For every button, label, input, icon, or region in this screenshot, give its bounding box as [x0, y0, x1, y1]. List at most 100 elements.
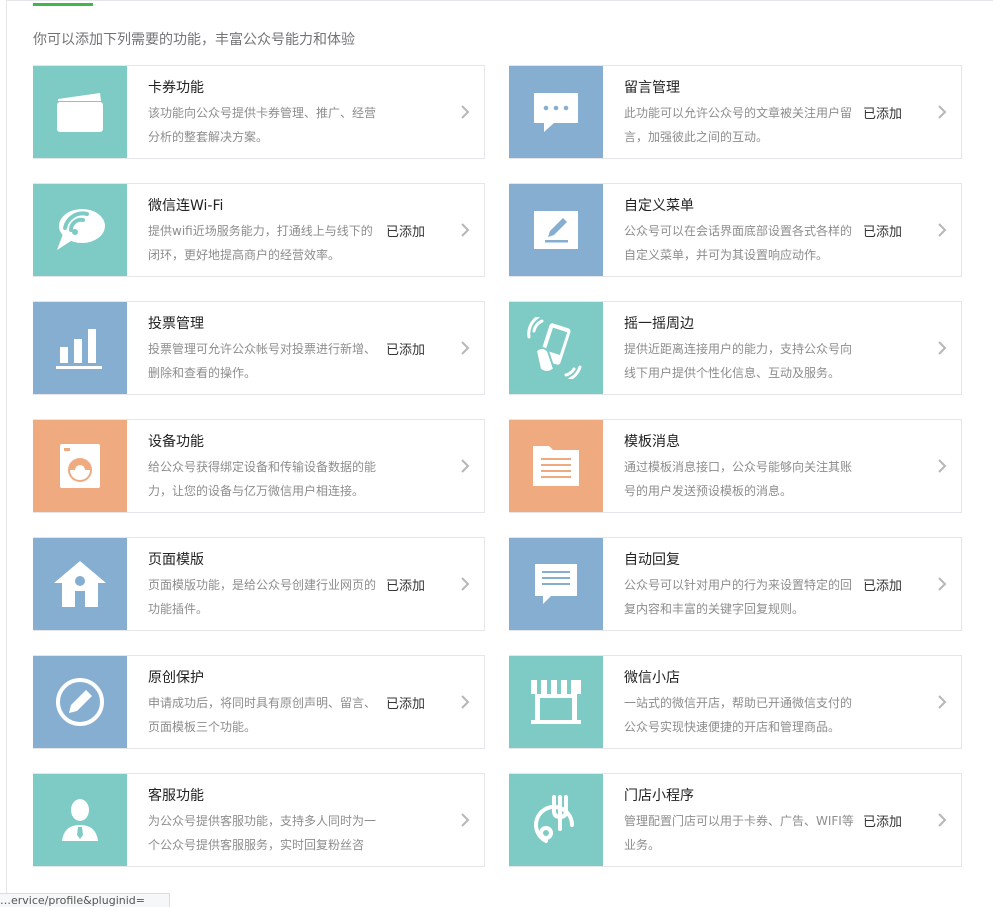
feature-card-body: 自定义菜单公众号可以在会话界面底部设置各式各样的自定义菜单，并可为其设置响应动作…	[603, 184, 863, 276]
feature-title: 自动回复	[624, 552, 680, 568]
feature-card[interactable]: 微信小店一站式的微信开店，帮助已开通微信支付的公众号实现快速便捷的开店和管理商品…	[509, 655, 962, 749]
chevron-right-icon	[938, 105, 947, 119]
chevron-right-icon[interactable]	[923, 302, 961, 394]
chevron-right-icon	[461, 223, 470, 237]
wifi-icon	[33, 184, 127, 276]
feature-card[interactable]: 自动回复公众号可以针对用户的行为来设置特定的回复内容和丰富的关键字回复规则。 已添…	[509, 537, 962, 631]
feature-description: 公众号可以在会话界面底部设置各式各样的自定义菜单，并可为其设置响应动作。	[624, 224, 853, 262]
feature-description: 此功能可以允许公众号的文章被关注用户留言，加强彼此之间的互动。	[624, 106, 853, 144]
feature-card[interactable]: 客服功能为公众号提供客服功能，支持多人同时为一个公众号提供客服服务，实时回复粉丝…	[33, 773, 485, 867]
feature-title: 自定义菜单	[624, 198, 694, 214]
chevron-right-icon[interactable]	[446, 656, 484, 748]
added-status-label	[863, 420, 923, 512]
chevron-right-icon[interactable]	[446, 774, 484, 866]
chevron-right-icon	[461, 695, 470, 709]
feature-card-body: 客服功能为公众号提供客服功能，支持多人同时为一个公众号提供客服服务，实时回复粉丝…	[127, 774, 386, 866]
chevron-right-icon[interactable]	[923, 66, 961, 158]
feature-card-body: 微信小店一站式的微信开店，帮助已开通微信支付的公众号实现快速便捷的开店和管理商品…	[603, 656, 863, 748]
feature-title: 页面模版	[148, 552, 204, 568]
added-status-label: 已添加	[386, 697, 426, 712]
feature-title: 摇一摇周边	[624, 316, 694, 332]
feature-description: 为公众号提供客服功能，支持多人同时为一个公众号提供客服服务，实时回复粉丝咨	[148, 814, 377, 852]
feature-card[interactable]: 摇一摇周边提供近距离连接用户的能力，支持公众号向线下用户提供个性化信息、互动及服…	[509, 301, 962, 395]
chevron-right-icon[interactable]	[923, 774, 961, 866]
chevron-right-icon	[461, 341, 470, 355]
chevron-right-icon[interactable]	[446, 302, 484, 394]
feature-description: 管理配置门店可以用于卡券、广告、WIFI等业务。	[624, 814, 854, 852]
speech-bubble-icon	[509, 66, 603, 158]
feature-card-body: 页面模版页面模版功能，是给公众号创建行业网页的功能插件。	[127, 538, 386, 630]
feature-description: 一站式的微信开店，帮助已开通微信支付的公众号实现快速便捷的开店和管理商品。	[624, 696, 853, 734]
chevron-right-icon	[938, 695, 947, 709]
shake-phone-icon	[509, 302, 603, 394]
feature-card[interactable]: 门店小程序 管理配置门店可以用于卡券、广告、WIFI等业务。 已添加	[509, 773, 962, 867]
browser-status-bar: …ervice/profile&pluginid=	[0, 893, 170, 907]
feature-title: 投票管理	[148, 316, 204, 332]
feature-title: 卡券功能	[148, 80, 204, 96]
folder-template-icon	[509, 420, 603, 512]
feature-card-body: 摇一摇周边提供近距离连接用户的能力，支持公众号向线下用户提供个性化信息、互动及服…	[603, 302, 863, 394]
feature-description: 申请成功后，将同时具有原创声明、留言、页面模板三个功能。	[148, 696, 377, 734]
added-status-label: 已添加	[863, 579, 903, 594]
chevron-right-icon	[461, 813, 470, 827]
added-status-label: 已添加	[386, 225, 426, 240]
feature-title: 原创保护	[148, 670, 204, 686]
chevron-right-icon[interactable]	[446, 184, 484, 276]
feature-description: 通过模板消息接口，公众号能够向关注其账号的用户发送预设模板的消息。	[624, 460, 853, 498]
feature-card-body: 门店小程序 管理配置门店可以用于卡券、广告、WIFI等业务。	[603, 774, 863, 866]
chevron-right-icon[interactable]	[446, 420, 484, 512]
chevron-right-icon[interactable]	[923, 184, 961, 276]
feature-description: 提供wifi近场服务能力，打通线上与线下的闭环，更好地提高商户的经营效率。	[148, 224, 373, 262]
auto-reply-icon	[509, 538, 603, 630]
feature-description: 投票管理可允许公众帐号对投票进行新增、删除和查看的操作。	[148, 342, 377, 380]
added-status-label: 已添加	[386, 579, 426, 594]
chevron-right-icon[interactable]	[923, 420, 961, 512]
feature-card-body: 原创保护申请成功后，将同时具有原创声明、留言、页面模板三个功能。	[127, 656, 386, 748]
chevron-right-icon[interactable]	[923, 538, 961, 630]
feature-card-body: 留言管理 此功能可以允许公众号的文章被关注用户留言，加强彼此之间的互动。	[603, 66, 863, 158]
customer-service-icon	[33, 774, 127, 866]
feature-card-body: 模板消息通过模板消息接口，公众号能够向关注其账号的用户发送预设模板的消息。	[603, 420, 863, 512]
feature-card[interactable]: 页面模版页面模版功能，是给公众号创建行业网页的功能插件。 已添加	[33, 537, 485, 631]
chevron-right-icon[interactable]	[446, 66, 484, 158]
chevron-right-icon[interactable]	[446, 538, 484, 630]
feature-card[interactable]: 卡券功能该功能向公众号提供卡券管理、推广、经营分析的整套解决方案。	[33, 65, 485, 159]
feature-card-body: 设备功能给公众号获得绑定设备和传输设备数据的能力，让您的设备与亿万微信用户相连接…	[127, 420, 386, 512]
bar-chart-icon	[33, 302, 127, 394]
feature-card[interactable]: 自定义菜单公众号可以在会话界面底部设置各式各样的自定义菜单，并可为其设置响应动作…	[509, 183, 962, 277]
chevron-right-icon	[938, 577, 947, 591]
feature-description: 给公众号获得绑定设备和传输设备数据的能力，让您的设备与亿万微信用户相连接。	[148, 460, 377, 498]
feature-title: 微信小店	[624, 670, 680, 686]
feature-card[interactable]: 原创保护申请成功后，将同时具有原创声明、留言、页面模板三个功能。 已添加	[33, 655, 485, 749]
pen-circle-icon	[33, 656, 127, 748]
feature-description: 该功能向公众号提供卡券管理、推广、经营分析的整套解决方案。	[148, 106, 377, 144]
feature-card-body: 投票管理投票管理可允许公众帐号对投票进行新增、删除和查看的操作。	[127, 302, 386, 394]
chevron-right-icon	[938, 813, 947, 827]
feature-card[interactable]: 模板消息通过模板消息接口，公众号能够向关注其账号的用户发送预设模板的消息。	[509, 419, 962, 513]
feature-description: 公众号可以针对用户的行为来设置特定的回复内容和丰富的关键字回复规则。	[624, 578, 853, 616]
card-wallet-icon	[33, 66, 127, 158]
feature-title: 模板消息	[624, 434, 680, 450]
added-status-label	[863, 302, 923, 394]
feature-card[interactable]: 留言管理 此功能可以允许公众号的文章被关注用户留言，加强彼此之间的互动。 已添加	[509, 65, 962, 159]
added-status-label	[386, 66, 446, 158]
feature-description: 页面模版功能，是给公众号创建行业网页的功能插件。	[148, 578, 377, 616]
edit-menu-icon	[509, 184, 603, 276]
feature-title: 设备功能	[148, 434, 204, 450]
added-status-label	[863, 656, 923, 748]
feature-card[interactable]: 微信连Wi-Fi 提供wifi近场服务能力，打通线上与线下的闭环，更好地提高商户的…	[33, 183, 485, 277]
feature-card-body: 微信连Wi-Fi 提供wifi近场服务能力，打通线上与线下的闭环，更好地提高商户的…	[127, 184, 386, 276]
chevron-right-icon[interactable]	[923, 656, 961, 748]
feature-card[interactable]: 投票管理 投票管理可允许公众帐号对投票进行新增、删除和查看的操作。 已添加	[33, 301, 485, 395]
active-tab-indicator	[33, 3, 93, 6]
feature-card[interactable]: 设备功能给公众号获得绑定设备和传输设备数据的能力，让您的设备与亿万微信用户相连接…	[33, 419, 485, 513]
chevron-right-icon	[938, 341, 947, 355]
chevron-right-icon	[461, 459, 470, 473]
feature-description: 提供近距离连接用户的能力，支持公众号向线下用户提供个性化信息、互动及服务。	[624, 342, 853, 380]
chevron-right-icon	[938, 459, 947, 473]
feature-title: 客服功能	[148, 788, 204, 804]
feature-card-body: 卡券功能该功能向公众号提供卡券管理、推广、经营分析的整套解决方案。	[127, 66, 386, 158]
house-icon	[33, 538, 127, 630]
washing-machine-icon	[33, 420, 127, 512]
feature-card-body: 自动回复公众号可以针对用户的行为来设置特定的回复内容和丰富的关键字回复规则。	[603, 538, 863, 630]
